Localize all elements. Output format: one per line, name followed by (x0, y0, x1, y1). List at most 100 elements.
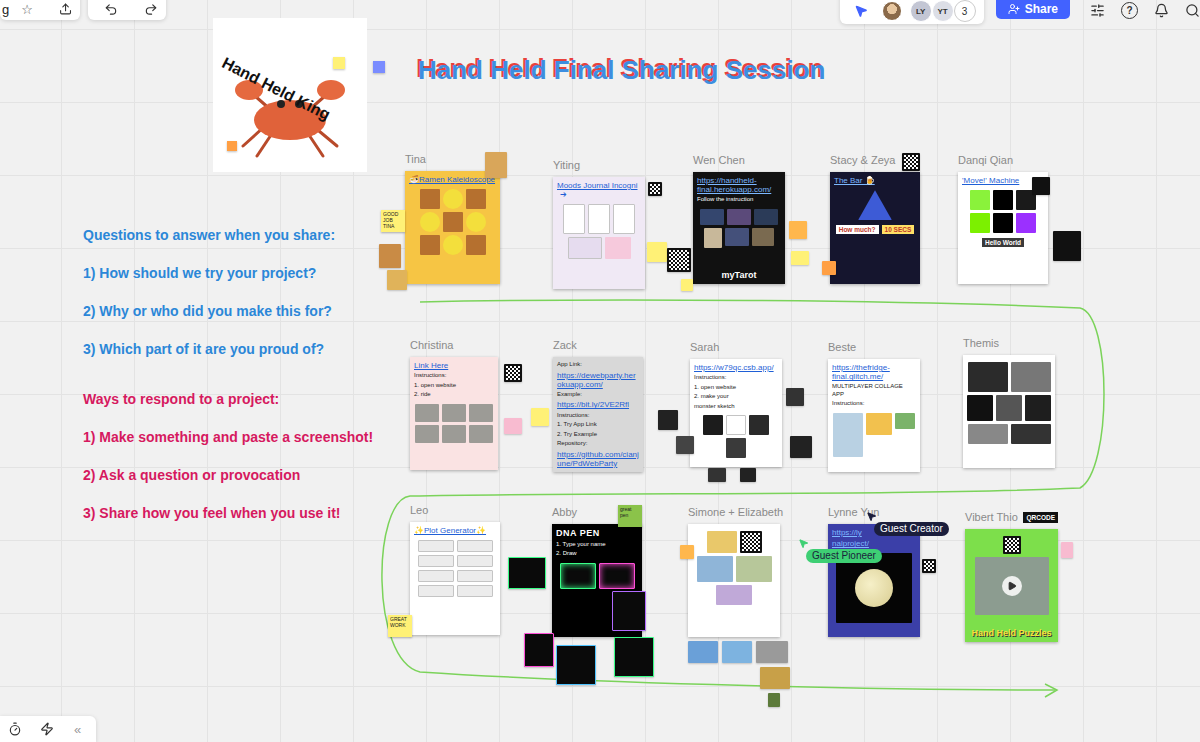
board-picture[interactable] (524, 633, 554, 667)
project-card[interactable]: 🍜Ramen Kaleidoscope (405, 171, 500, 284)
user-avatar[interactable] (882, 1, 902, 21)
board-picture[interactable] (379, 244, 401, 268)
board-picture[interactable] (790, 436, 812, 458)
board-picture[interactable] (1061, 542, 1073, 558)
project-card[interactable]: Link HereInstructions:1. open website2. … (410, 357, 498, 470)
play-icon (1007, 581, 1017, 591)
board-picture[interactable] (722, 641, 752, 663)
project-picture (967, 395, 993, 421)
top-right-bar: LYYT3 Share? (840, 0, 1200, 24)
board-picture[interactable] (676, 436, 694, 454)
sticky-note[interactable] (227, 141, 237, 151)
board-picture[interactable] (708, 468, 726, 482)
project-link[interactable]: https://w79qc.csb.app/ (694, 363, 778, 372)
cursor-icon[interactable] (854, 4, 868, 18)
project-picture (727, 209, 751, 225)
project-link[interactable]: https://bit.ly/2VE2Rfl (557, 400, 639, 409)
board-picture[interactable] (822, 261, 836, 275)
sticky-note[interactable]: great pen (618, 505, 642, 527)
board-picture[interactable] (647, 242, 667, 262)
board-picture[interactable] (791, 251, 809, 265)
sticky-note[interactable]: GOOD JOB TINA (381, 210, 405, 232)
project-picture (443, 189, 463, 209)
project-picture (752, 228, 774, 246)
sticky-note[interactable] (333, 57, 345, 69)
help-icon[interactable]: ? (1121, 2, 1138, 19)
project-link[interactable]: 🍜Ramen Kaleidoscope (409, 175, 496, 184)
project-slot: Tina🍜Ramen KaleidoscopeGOOD JOB TINA (405, 152, 500, 284)
project-link[interactable]: https://thefridge-final.glitch.me/ (832, 363, 916, 381)
board-picture[interactable] (786, 388, 804, 406)
prompt-column: Questions to answer when you share:1) Ho… (83, 226, 383, 522)
qr-code[interactable] (504, 364, 522, 382)
board-picture[interactable] (688, 641, 718, 663)
board-picture[interactable] (768, 693, 780, 707)
board-picture[interactable] (504, 418, 522, 434)
bell-icon[interactable] (1154, 3, 1169, 18)
project-card[interactable] (963, 355, 1055, 468)
lightning-icon[interactable] (40, 722, 54, 736)
project-link[interactable]: Moods Journal Incogni➔ (557, 181, 641, 199)
star-icon[interactable]: ☆ (21, 2, 33, 17)
board-picture[interactable] (387, 270, 407, 290)
pointer-icon (866, 511, 877, 522)
board-picture[interactable] (658, 410, 678, 430)
project-card[interactable]: https://thefridge-final.glitch.me/MULTIP… (828, 359, 920, 472)
project-card[interactable]: https://w79qc.csb.app/Instructions:1. op… (690, 359, 782, 467)
project-slot: AbbyDNA PEN1. Type your name2. Drawgreat… (552, 505, 642, 637)
board-picture[interactable] (1053, 231, 1081, 261)
qr-code[interactable] (667, 248, 691, 272)
settings-icon[interactable] (1090, 3, 1105, 18)
project-card[interactable]: https://handheld-final.herokuapp.com/Fol… (693, 172, 785, 284)
board-picture[interactable] (531, 408, 549, 426)
timer-icon[interactable] (8, 722, 22, 736)
project-card[interactable]: ✨Plot Generator✨ (410, 522, 500, 635)
board-picture[interactable] (614, 637, 654, 677)
board-picture[interactable] (1032, 177, 1050, 195)
board-picture[interactable] (508, 557, 546, 589)
board-picture[interactable] (760, 667, 790, 689)
undo-icon[interactable] (104, 2, 118, 17)
collaborator-avatar[interactable]: LY (910, 0, 932, 22)
board-picture[interactable] (485, 152, 507, 178)
project-link[interactable]: nalproject/ (832, 539, 916, 548)
board-picture[interactable] (612, 591, 646, 631)
project-link[interactable]: The Bar 🍺 (834, 176, 916, 185)
board-picture[interactable] (680, 545, 694, 559)
sticky-note[interactable]: GREAT WORK (388, 615, 412, 637)
sticky-note[interactable] (373, 61, 385, 73)
project-picture (970, 190, 990, 210)
project-card[interactable] (688, 524, 780, 637)
project-author: Themis (963, 336, 1055, 350)
play-button[interactable] (1002, 576, 1022, 596)
collaborator-avatar[interactable]: YT (932, 0, 954, 22)
search-icon[interactable] (1185, 3, 1200, 18)
project-card[interactable]: QRCODEHand Held Puzzles (965, 529, 1058, 642)
board-picture[interactable] (740, 468, 756, 482)
history-bar (88, 0, 166, 20)
collaborator-count[interactable]: 3 (954, 0, 976, 22)
qr-code[interactable] (648, 182, 662, 196)
project-card[interactable]: https://lynalproject/ (828, 524, 920, 637)
board-picture[interactable] (556, 645, 596, 685)
share-button[interactable]: Share (996, 0, 1070, 19)
project-heading: DNA PEN (556, 528, 638, 539)
project-link[interactable]: Link Here (414, 361, 494, 370)
redo-icon[interactable] (144, 2, 158, 17)
collapse-icon[interactable]: « (74, 722, 81, 737)
project-card[interactable]: App Link:https://dewebparty.herokuapp.co… (553, 357, 643, 472)
board-picture[interactable] (681, 279, 693, 291)
board-picture[interactable] (789, 221, 807, 239)
board-canvas[interactable]: g☆LYYT3Share?«Hand Held KingHand Held Fi… (0, 0, 1200, 742)
project-link[interactable]: https://github.com/cianjune/PdWebParty (557, 450, 639, 468)
project-link[interactable]: https://dewebparty.herokuapp.com/ (557, 371, 639, 389)
qr-code[interactable] (922, 559, 936, 573)
project-card[interactable]: Moods Journal Incogni➔ (553, 177, 645, 289)
project-link[interactable]: ✨Plot Generator✨ (414, 526, 496, 535)
board-picture[interactable] (756, 641, 788, 663)
project-card[interactable]: The Bar 🍺How much?10 SECS (830, 172, 920, 284)
qr-code[interactable] (902, 153, 920, 171)
project-link[interactable]: https://handheld-final.herokuapp.com/ (697, 176, 781, 194)
upload-icon[interactable] (59, 2, 72, 16)
board-name[interactable]: g (2, 2, 9, 17)
